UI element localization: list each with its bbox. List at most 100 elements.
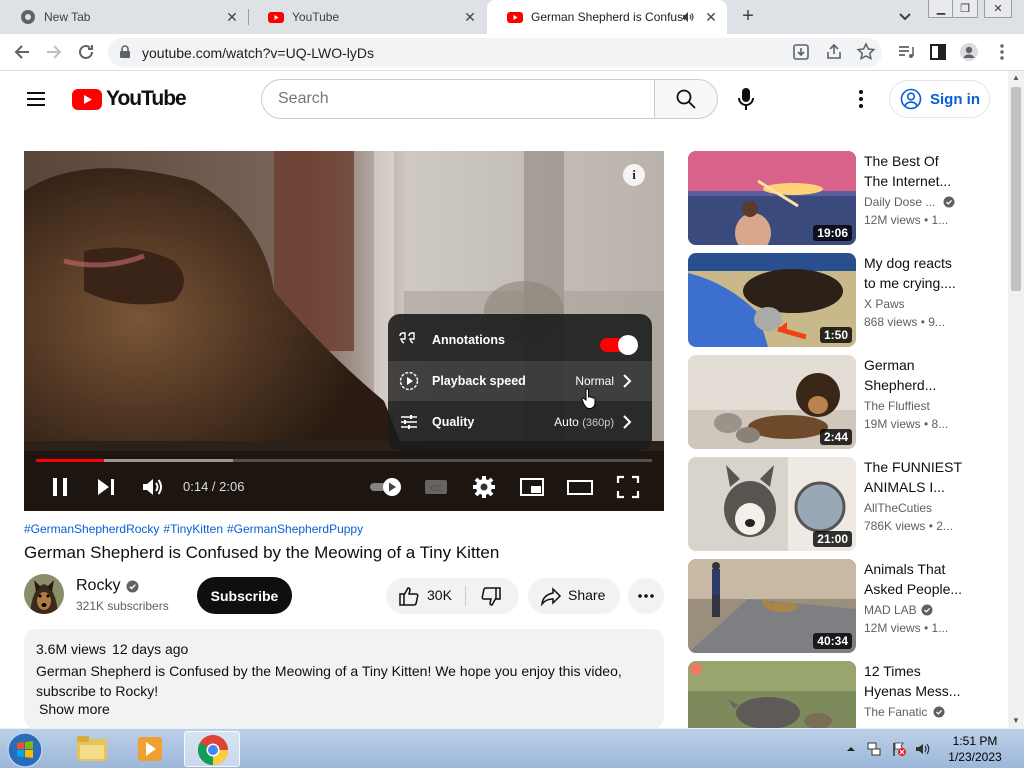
new-tab-button[interactable]: +	[737, 5, 759, 27]
recommendation-title[interactable]: My dog reacts to me crying....	[864, 253, 964, 293]
minimize-button[interactable]: ▁	[928, 0, 954, 18]
network-icon[interactable]	[866, 741, 882, 757]
verified-check-icon	[921, 604, 933, 616]
volume-tray-icon[interactable]	[914, 741, 930, 757]
microphone-icon[interactable]	[735, 86, 757, 112]
thumbs-up-icon[interactable]	[398, 586, 420, 606]
video-duration: 19:06	[813, 225, 852, 241]
maximize-button[interactable]: ❐	[952, 0, 978, 18]
address-bar[interactable]: youtube.com/watch?v=UQ-LWO-lyDs	[108, 38, 882, 67]
recommendation-title[interactable]: Animals That Asked People...	[864, 559, 964, 599]
reload-icon[interactable]	[74, 40, 98, 64]
video-thumbnail[interactable]: 1:50	[688, 253, 856, 347]
taskbar-chrome[interactable]	[184, 731, 240, 767]
video-player[interactable]: i Annotations Playback speed Normal Qual…	[24, 151, 664, 511]
install-app-icon[interactable]	[791, 42, 811, 62]
channel-avatar[interactable]	[24, 574, 64, 614]
recommendation-title[interactable]: The Best Of The Internet...	[864, 151, 964, 191]
chrome-menu-icon[interactable]	[992, 42, 1012, 62]
subscribe-button[interactable]: Subscribe	[197, 577, 292, 614]
miniplayer-icon[interactable]	[518, 473, 546, 501]
taskbar-media-player[interactable]	[122, 731, 178, 767]
settings-dots-icon[interactable]	[851, 87, 871, 111]
tab-close-icon[interactable]: ✕	[703, 9, 719, 25]
description-box[interactable]: 3.6M views 12 days ago German Shepherd is…	[24, 629, 664, 729]
next-video-icon[interactable]	[92, 473, 120, 501]
thumbs-down-icon[interactable]	[480, 587, 502, 607]
back-arrow-icon[interactable]	[10, 40, 34, 64]
recommendation-title[interactable]: 12 Times Hyenas Mess...	[864, 661, 964, 701]
taskbar-explorer[interactable]	[64, 731, 120, 767]
recommendation-channel[interactable]: MAD LAB	[864, 603, 933, 617]
recommendation-item[interactable]: 2:44 German Shepherd... The Fluffiest 19…	[688, 355, 1008, 449]
tab-close-icon[interactable]: ✕	[224, 9, 240, 25]
lock-icon[interactable]	[118, 45, 132, 59]
windows-start-icon[interactable]	[6, 731, 44, 768]
system-clock[interactable]: 1:51 PM 1/23/2023	[940, 733, 1010, 765]
like-count[interactable]: 30K	[427, 587, 452, 603]
video-thumbnail[interactable]	[688, 661, 856, 728]
recommendation-item[interactable]: 21:00 The FUNNIEST ANIMALS I... AllTheCu…	[688, 457, 1008, 551]
media-control-icon[interactable]	[896, 42, 916, 62]
show-more-button[interactable]: Show more	[39, 701, 652, 717]
recommendation-channel[interactable]: The Fluffiest	[864, 399, 930, 413]
channel-name[interactable]: Rocky	[76, 577, 139, 595]
video-thumbnail[interactable]: 19:06	[688, 151, 856, 245]
audio-playing-icon[interactable]	[682, 11, 694, 23]
hashtag-link[interactable]: #GermanShepherdPuppy	[227, 522, 363, 536]
recommendation-item[interactable]: 12 Times Hyenas Mess... The Fanatic	[688, 661, 1008, 728]
recommendation-channel[interactable]: X Paws	[864, 297, 905, 311]
fullscreen-icon[interactable]	[614, 473, 642, 501]
recommendation-title[interactable]: German Shepherd...	[864, 355, 964, 395]
video-thumbnail[interactable]: 2:44	[688, 355, 856, 449]
action-center-flag-icon[interactable]	[891, 741, 907, 757]
sign-in-label: Sign in	[930, 90, 980, 108]
recommendation-item[interactable]: 1:50 My dog reacts to me crying.... X Pa…	[688, 253, 1008, 347]
tab-youtube[interactable]: YouTube ✕	[248, 0, 486, 34]
tab-active-video[interactable]: German Shepherd is Confuse ✕	[487, 0, 727, 34]
recommendation-channel[interactable]: Daily Dose ...	[864, 195, 955, 209]
search-button[interactable]	[654, 79, 718, 119]
profile-avatar-icon[interactable]	[959, 42, 979, 62]
bookmark-star-icon[interactable]	[856, 42, 876, 62]
video-progress-bar[interactable]	[36, 459, 652, 462]
sign-in-button[interactable]: Sign in	[889, 80, 990, 118]
recommendation-channel[interactable]: The Fanatic	[864, 705, 945, 719]
search-input[interactable]: Search	[261, 79, 655, 119]
side-panel-icon[interactable]	[928, 42, 948, 62]
recommendation-title[interactable]: The FUNNIEST ANIMALS I...	[864, 457, 964, 497]
more-actions-button[interactable]	[628, 578, 664, 614]
hamburger-menu-icon[interactable]	[25, 88, 47, 110]
scroll-up-icon[interactable]: ▲	[1011, 73, 1021, 83]
youtube-logo[interactable]: YouTube	[72, 87, 187, 111]
scrollbar-thumb[interactable]	[1011, 87, 1021, 291]
settings-playback-speed[interactable]: Playback speed Normal	[388, 361, 652, 401]
share-page-icon[interactable]	[824, 42, 844, 62]
video-thumbnail[interactable]: 21:00	[688, 457, 856, 551]
tab-new-tab[interactable]: New Tab ✕	[0, 0, 248, 34]
info-icon[interactable]: i	[623, 164, 645, 186]
recommendation-item[interactable]: 19:06 The Best Of The Internet... Daily …	[688, 151, 1008, 245]
video-thumbnail[interactable]: 40:34	[688, 559, 856, 653]
pause-icon[interactable]	[46, 473, 74, 501]
recommendation-channel[interactable]: AllTheCuties	[864, 501, 932, 515]
subtitles-cc-icon[interactable]: CC	[422, 473, 450, 501]
hashtag-link[interactable]: #TinyKitten	[163, 522, 223, 536]
settings-gear-icon[interactable]	[470, 473, 498, 501]
share-button[interactable]: Share	[528, 578, 620, 614]
close-window-button[interactable]: ✕	[984, 0, 1012, 18]
recommendation-item[interactable]: 40:34 Animals That Asked People... MAD L…	[688, 559, 1008, 653]
settings-quality[interactable]: Quality Auto (360p)	[388, 402, 652, 442]
hashtag-link[interactable]: #GermanShepherdRocky	[24, 522, 159, 536]
theater-mode-icon[interactable]	[566, 473, 594, 501]
scroll-down-icon[interactable]: ▼	[1011, 716, 1021, 726]
annotations-toggle[interactable]	[600, 335, 638, 355]
settings-annotations[interactable]: Annotations	[388, 320, 652, 360]
volume-icon[interactable]	[139, 473, 167, 501]
forward-arrow-icon[interactable]	[42, 40, 66, 64]
tray-expand-icon[interactable]	[846, 741, 856, 757]
tab-search-chevron-icon[interactable]	[895, 6, 915, 26]
page-scrollbar[interactable]: ▲ ▼	[1008, 71, 1024, 728]
tab-close-icon[interactable]: ✕	[462, 9, 478, 25]
autoplay-toggle-icon[interactable]	[368, 473, 404, 501]
